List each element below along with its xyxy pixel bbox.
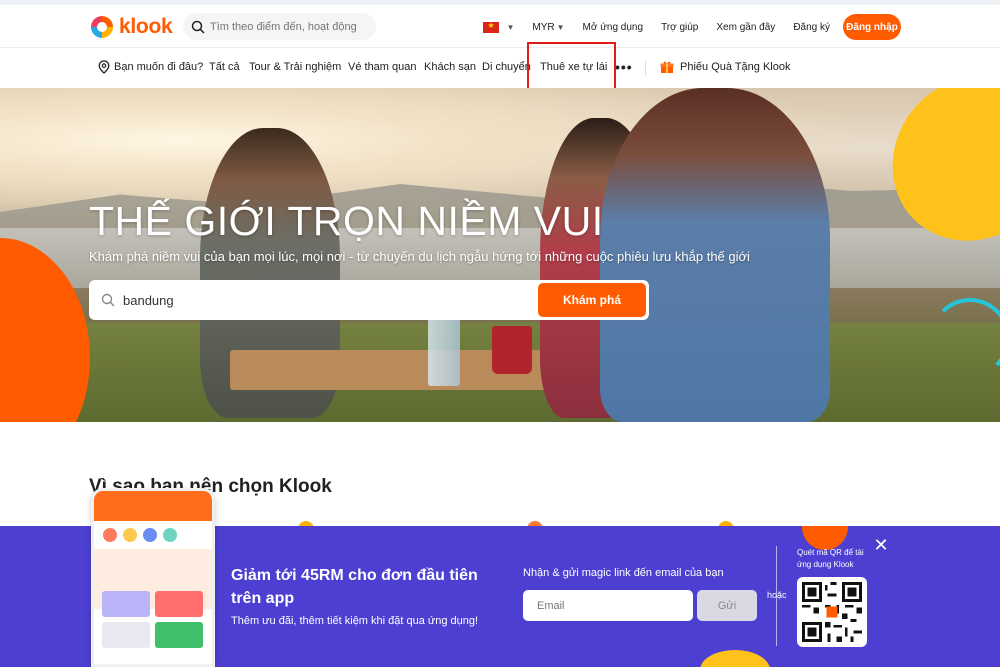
yellow-decor-shape [700, 650, 770, 667]
currency-selector[interactable]: MYR ▼ [532, 22, 564, 33]
phone-category-row [100, 525, 206, 545]
qr-code-icon [797, 577, 867, 647]
nav-tab-all[interactable]: Tất cả [209, 61, 240, 73]
promo-divider [776, 546, 777, 646]
hero-red-cup [492, 326, 532, 374]
top-bar: klook ▼ MYR ▼ Mở ứng dụng Trợ giúp Xem g… [0, 0, 1000, 48]
promo-title: Giảm tới 45RM cho đơn đầu tiên trên app [231, 567, 478, 607]
page: klook ▼ MYR ▼ Mở ứng dụng Trợ giúp Xem g… [0, 0, 1000, 667]
nav-gift-label: Phiếu Quà Tặng Klook [680, 61, 791, 73]
top-right-links: ▼ MYR ▼ Mở ứng dụng Trợ giúp Xem gần đây… [483, 14, 892, 40]
open-app-link[interactable]: Mở ứng dụng [583, 22, 644, 33]
email-field[interactable] [523, 590, 693, 621]
highlight-box [527, 42, 616, 93]
language-selector[interactable]: ▼ [483, 21, 515, 33]
klook-logo-icon [91, 16, 113, 38]
hero-search-input[interactable] [123, 292, 523, 308]
hero-subtitle: Khám phá niềm vui của bạn mọi lúc, mọi n… [89, 249, 750, 264]
hero-title: THẾ GIỚI TRỌN NIỀM VUI [89, 198, 604, 244]
close-icon[interactable]: ✕ [873, 536, 889, 554]
search-icon [101, 293, 115, 307]
help-link[interactable]: Trợ giúp [661, 22, 698, 33]
app-phone-mockup [91, 488, 215, 667]
top-search-input[interactable] [210, 20, 370, 33]
nav-where-to-go[interactable]: Bạn muốn đi đâu? [98, 60, 203, 74]
nav-tab-tickets[interactable]: Vé tham quan [348, 61, 417, 73]
nav-where-label: Bạn muốn đi đâu? [114, 61, 204, 73]
nav-tab-transport[interactable]: Di chuyển [482, 61, 531, 73]
nav-tab-tours[interactable]: Tour & Trải nghiệm [249, 61, 341, 73]
nav-more-button[interactable]: ••• [615, 59, 633, 75]
currency-label: MYR [532, 21, 555, 33]
nav-gift-card[interactable]: Phiếu Quà Tặng Klook [660, 60, 790, 74]
recently-viewed-link[interactable]: Xem gần đây [716, 22, 775, 33]
phone-header [94, 491, 212, 521]
nav-divider [645, 61, 646, 76]
top-search-box[interactable] [183, 13, 376, 40]
klook-logo[interactable]: klook [89, 14, 173, 40]
qr-caption: Quét mã QR để tải ứng dụng Klook [797, 548, 864, 569]
cyan-decor-shape [930, 298, 1000, 378]
chevron-down-icon: ▼ [556, 22, 565, 32]
explore-button[interactable]: Khám phá [538, 283, 646, 317]
phone-tiles [102, 591, 203, 648]
signup-link[interactable]: Đăng ký [793, 22, 830, 33]
vietnam-flag-icon [483, 21, 500, 33]
nav-tab-hotels[interactable]: Khách sạn [424, 61, 476, 73]
hero-search-box[interactable]: Khám phá [89, 280, 649, 320]
location-pin-icon [98, 60, 110, 74]
chevron-down-icon: ▼ [506, 22, 515, 32]
search-icon [191, 20, 205, 34]
promo-subtitle: Thêm ưu đãi, thêm tiết kiệm khi đặt qua … [231, 615, 479, 627]
gift-icon [660, 61, 674, 73]
logo-text: klook [119, 15, 173, 38]
send-button[interactable]: Gửi [697, 590, 757, 621]
hero-banner: THẾ GIỚI TRỌN NIỀM VUI Khám phá niềm vui… [0, 88, 1000, 422]
category-nav: Bạn muốn đi đâu? Tất cả Tour & Trải nghi… [0, 48, 1000, 88]
login-button[interactable]: Đăng nhập [843, 14, 901, 40]
promo-email-label: Nhận & gửi magic link đến email của bạn [523, 567, 724, 579]
